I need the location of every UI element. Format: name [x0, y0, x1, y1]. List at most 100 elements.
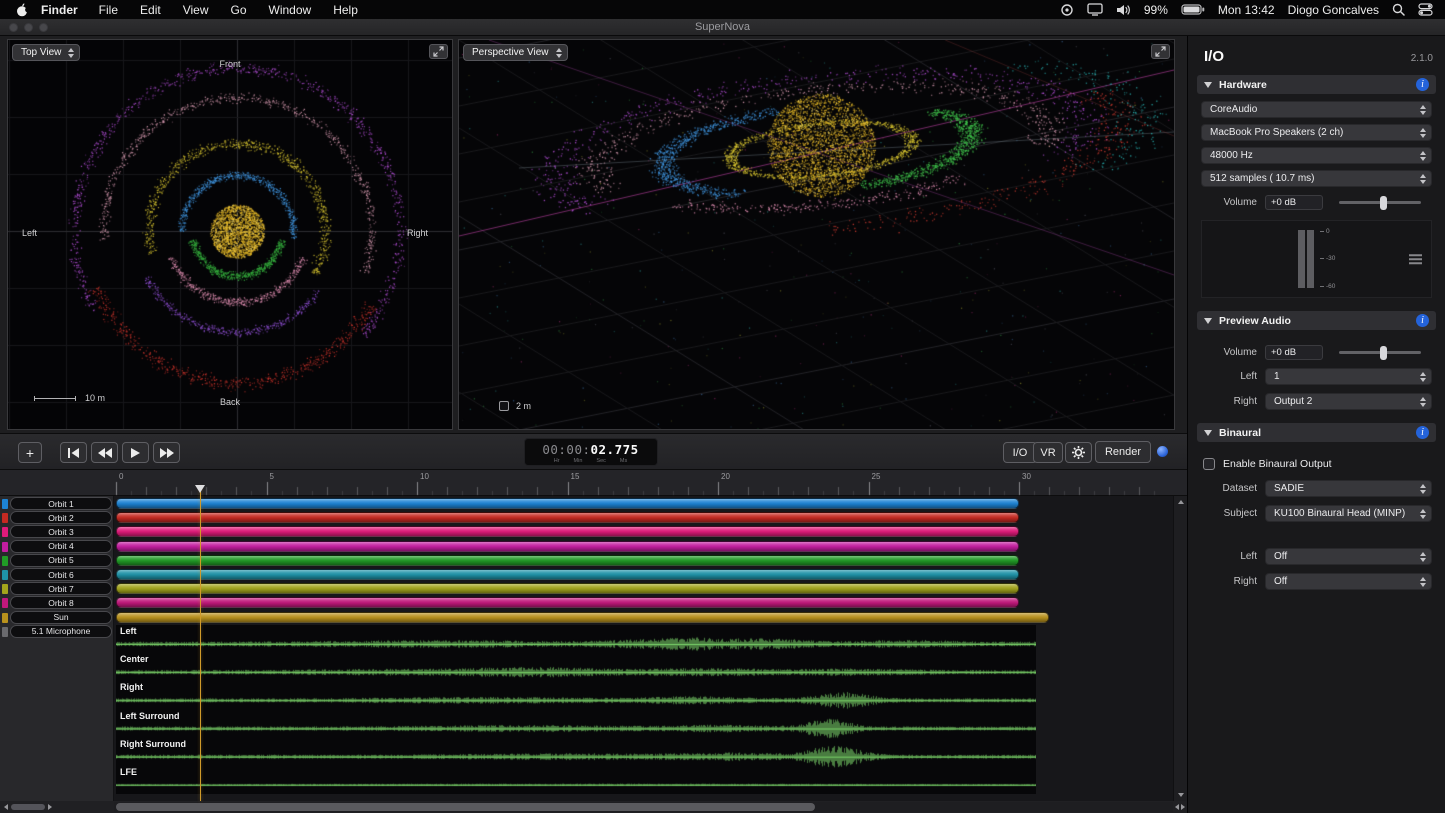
disclosure-triangle-icon[interactable] — [1204, 82, 1212, 88]
track-header-orbit-8[interactable]: Orbit 8 — [0, 596, 114, 610]
info-icon[interactable]: i — [1416, 78, 1429, 91]
menu-user[interactable]: Diogo Goncalves — [1288, 3, 1379, 17]
disclosure-triangle-icon[interactable] — [1204, 318, 1212, 324]
track-header-orbit-1[interactable]: Orbit 1 — [0, 497, 114, 511]
audio-device-dropdown[interactable]: MacBook Pro Speakers (2 ch) — [1201, 124, 1432, 141]
track-name[interactable]: Orbit 2 — [10, 511, 112, 524]
playhead-handle[interactable] — [195, 485, 205, 493]
preview-volume-slider[interactable] — [1339, 346, 1421, 360]
scroll-up-icon[interactable] — [1178, 500, 1184, 504]
scroll-left-icon[interactable] — [1175, 804, 1179, 810]
fast-forward-button[interactable] — [153, 442, 180, 463]
perspective-view-selector[interactable]: Perspective View — [463, 44, 568, 61]
hw-volume-slider[interactable] — [1339, 196, 1421, 210]
menu-clock[interactable]: Mon 13:42 — [1218, 3, 1275, 17]
vertical-scrollbar[interactable] — [1173, 496, 1187, 801]
minimize-button[interactable] — [24, 23, 33, 32]
track-name[interactable]: 5.1 Microphone — [10, 625, 112, 638]
menu-item-edit[interactable]: Edit — [140, 3, 161, 17]
menu-item-view[interactable]: View — [183, 3, 209, 17]
binaural-section-header[interactable]: Binaural i — [1197, 423, 1436, 442]
vr-button[interactable]: VR — [1033, 442, 1063, 463]
menu-item-file[interactable]: File — [99, 3, 118, 17]
track-name[interactable]: Orbit 8 — [10, 596, 112, 609]
render-button[interactable]: Render — [1095, 441, 1151, 463]
buffer-size-dropdown[interactable]: 512 samples ( 10.7 ms) — [1201, 170, 1432, 187]
grid-scale-toggle[interactable]: 2 m — [499, 401, 531, 411]
control-center-icon[interactable] — [1418, 3, 1433, 16]
menu-app-name[interactable]: Finder — [41, 3, 78, 17]
clip-orbit-4[interactable] — [116, 541, 1019, 552]
battery-icon[interactable] — [1181, 4, 1205, 15]
scroll-down-icon[interactable] — [1178, 793, 1184, 797]
io-panel-button[interactable]: I/O — [1003, 442, 1037, 463]
time-display[interactable]: 00:00:02.775 HrMinSecMs — [524, 438, 658, 466]
track-name[interactable]: Orbit 7 — [10, 582, 112, 595]
subject-dropdown[interactable]: KU100 Binaural Head (MINP) — [1265, 505, 1432, 522]
top-view-selector[interactable]: Top View — [12, 44, 80, 61]
audio-driver-dropdown[interactable]: CoreAudio — [1201, 101, 1432, 118]
menu-item-go[interactable]: Go — [231, 3, 247, 17]
clip-orbit-1[interactable] — [116, 498, 1019, 509]
hw-volume-field[interactable]: +0 dB — [1265, 195, 1323, 210]
hardware-section-header[interactable]: Hardware i — [1197, 75, 1436, 94]
expand-view-icon[interactable] — [429, 44, 448, 59]
disclosure-triangle-icon[interactable] — [1204, 430, 1212, 436]
slider-thumb[interactable] — [1380, 346, 1387, 360]
mini-scroll-left-icon[interactable] — [4, 804, 8, 810]
clip-orbit-6[interactable] — [116, 569, 1019, 580]
app-ring-icon[interactable] — [1060, 3, 1074, 17]
clip-sun[interactable] — [116, 612, 1049, 623]
clip-orbit-3[interactable] — [116, 526, 1019, 537]
expand-view-icon[interactable] — [1151, 44, 1170, 59]
timeline-ruler[interactable]: 051015202530 — [0, 470, 1187, 496]
add-track-button[interactable]: + — [18, 442, 42, 463]
playhead-line[interactable] — [200, 486, 201, 801]
slider-thumb[interactable] — [1380, 196, 1387, 210]
track-header-5-1-microphone[interactable]: 5.1 Microphone — [0, 625, 114, 639]
clip-orbit-2[interactable] — [116, 512, 1019, 523]
preview-volume-field[interactable]: +0 dB — [1265, 345, 1323, 360]
volume-icon[interactable] — [1116, 4, 1131, 16]
menu-item-window[interactable]: Window — [269, 3, 312, 17]
binaural-left-dropdown[interactable]: Off — [1265, 548, 1432, 565]
info-icon[interactable]: i — [1416, 314, 1429, 327]
horizontal-scrollbar[interactable] — [114, 802, 1173, 812]
track-name[interactable]: Sun — [10, 611, 112, 624]
track-name[interactable]: Orbit 1 — [10, 497, 112, 510]
perspective-canvas[interactable] — [459, 40, 1174, 429]
play-button[interactable] — [122, 442, 149, 463]
scroll-right-icon[interactable] — [1181, 804, 1185, 810]
track-name[interactable]: Orbit 3 — [10, 525, 112, 538]
close-button[interactable] — [9, 23, 18, 32]
scroll-corner[interactable] — [1173, 802, 1187, 812]
zoom-button[interactable] — [39, 23, 48, 32]
track-header-orbit-2[interactable]: Orbit 2 — [0, 511, 114, 525]
sample-rate-dropdown[interactable]: 48000 Hz — [1201, 147, 1432, 164]
header-mini-scrollbar[interactable] — [4, 803, 110, 811]
apple-menu-icon[interactable] — [16, 3, 29, 17]
track-name[interactable]: Orbit 6 — [10, 568, 112, 581]
preview-right-dropdown[interactable]: Output 2 — [1265, 393, 1432, 410]
info-icon[interactable]: i — [1416, 426, 1429, 439]
menu-item-help[interactable]: Help — [333, 3, 358, 17]
checkbox-icon[interactable] — [499, 401, 509, 411]
search-icon[interactable] — [1392, 3, 1405, 16]
clip-orbit-7[interactable] — [116, 583, 1019, 594]
dataset-dropdown[interactable]: SADIE — [1265, 480, 1432, 497]
surround-mic-clip[interactable]: LeftCenterRightLeft SurroundRight Surrou… — [116, 625, 1036, 794]
mini-scroll-right-icon[interactable] — [48, 804, 52, 810]
track-header-sun[interactable]: Sun — [0, 611, 114, 625]
clip-orbit-5[interactable] — [116, 555, 1019, 566]
preview-section-header[interactable]: Preview Audio i — [1197, 311, 1436, 330]
top-view-canvas[interactable] — [8, 40, 452, 429]
binaural-right-dropdown[interactable]: Off — [1265, 573, 1432, 590]
meter-menu-icon[interactable] — [1409, 254, 1422, 264]
track-header-orbit-7[interactable]: Orbit 7 — [0, 582, 114, 596]
horizontal-scroll-thumb[interactable] — [116, 803, 815, 811]
mini-scroll-thumb[interactable] — [11, 804, 45, 810]
preview-left-dropdown[interactable]: 1 — [1265, 368, 1432, 385]
track-header-orbit-6[interactable]: Orbit 6 — [0, 568, 114, 582]
track-name[interactable]: Orbit 5 — [10, 554, 112, 567]
settings-gear-icon[interactable] — [1065, 442, 1092, 463]
